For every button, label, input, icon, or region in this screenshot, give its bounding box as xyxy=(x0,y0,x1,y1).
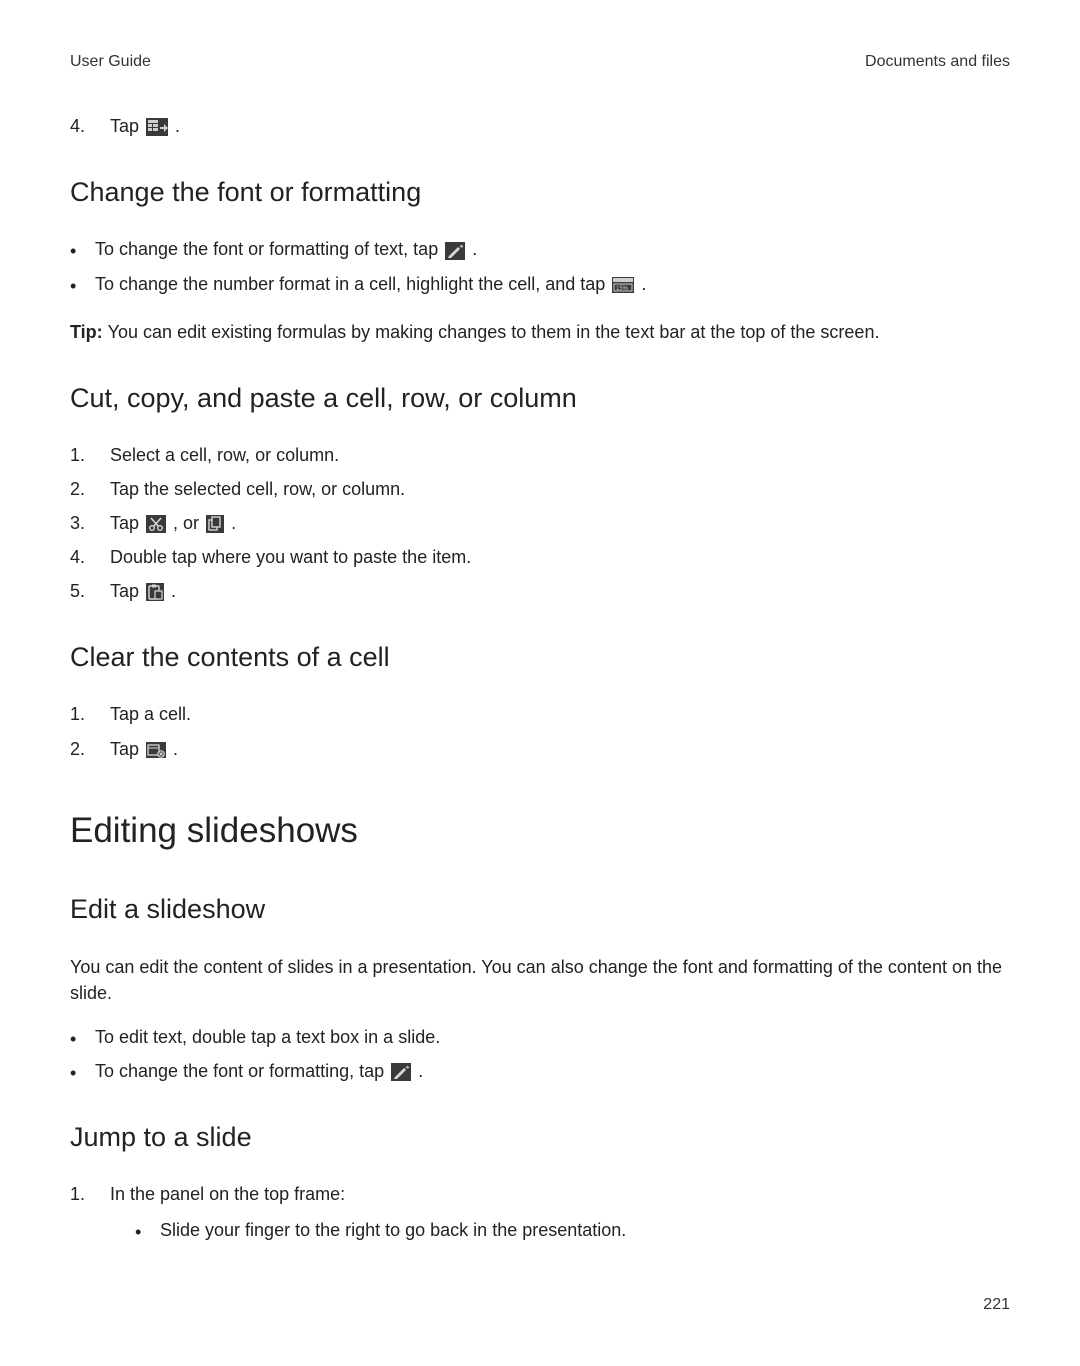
bullet-icon: • xyxy=(70,242,95,260)
ordered-list: 1. In the panel on the top frame: xyxy=(70,1181,1010,1207)
list-item: 1. Tap a cell. xyxy=(70,701,1010,727)
pen-icon xyxy=(391,1063,411,1081)
step-content: Tap . xyxy=(110,736,1010,762)
text: To change the font or formatting, tap xyxy=(95,1061,389,1081)
step-number: 3. xyxy=(70,510,110,536)
step-text: Double tap where you want to paste the i… xyxy=(110,544,1010,570)
spreadsheet-arrow-icon xyxy=(146,118,168,136)
step-number: 4. xyxy=(70,544,110,570)
list-item: • To edit text, double tap a text box in… xyxy=(70,1024,1010,1050)
text: . xyxy=(175,116,180,136)
bullet-icon: • xyxy=(70,1064,95,1082)
bullet-icon: • xyxy=(70,1030,95,1048)
list-item: • Slide your finger to the right to go b… xyxy=(135,1217,1010,1243)
bullet-icon: • xyxy=(135,1223,160,1241)
step-text: Select a cell, row, or column. xyxy=(110,442,1010,468)
list-item: 1. Select a cell, row, or column. xyxy=(70,442,1010,468)
section-heading-change-font: Change the font or formatting xyxy=(70,173,1010,212)
step-number: 4. xyxy=(70,113,110,139)
list-item: • To change the number format in a cell,… xyxy=(70,271,1010,297)
pen-icon xyxy=(445,242,465,260)
list-item: 4. Double tap where you want to paste th… xyxy=(70,544,1010,570)
text: . xyxy=(418,1061,423,1081)
bullet-content: To change the font or formatting, tap . xyxy=(95,1058,423,1084)
cut-icon xyxy=(146,515,166,533)
list-item: 2. Tap the selected cell, row, or column… xyxy=(70,476,1010,502)
header-right: Documents and files xyxy=(865,50,1010,73)
bullet-icon: • xyxy=(70,277,95,295)
number-format-icon: 15% xyxy=(612,277,634,293)
step-text: Tap a cell. xyxy=(110,701,1010,727)
step-content: Tap . xyxy=(110,113,1010,139)
tip-label: Tip: xyxy=(70,322,108,342)
step-content: Tap , or . xyxy=(110,510,1010,536)
step-text: In the panel on the top frame: xyxy=(110,1181,1010,1207)
text: Tap xyxy=(110,513,144,533)
continued-ordered-list: 4. Tap . xyxy=(70,113,1010,139)
step-content: Tap . xyxy=(110,578,1010,604)
bullet-content: To change the number format in a cell, h… xyxy=(95,271,646,297)
step-number: 1. xyxy=(70,442,110,468)
text: Tap xyxy=(110,116,144,136)
step-text: Tap the selected cell, row, or column. xyxy=(110,476,1010,502)
list-item: 1. In the panel on the top frame: xyxy=(70,1181,1010,1207)
page-header: User Guide Documents and files xyxy=(70,50,1010,73)
step-number: 5. xyxy=(70,578,110,604)
step-number: 1. xyxy=(70,701,110,727)
text: To change the number format in a cell, h… xyxy=(95,274,610,294)
bullet-text: Slide your finger to the right to go bac… xyxy=(160,1217,626,1243)
svg-text:15%: 15% xyxy=(616,286,629,292)
text: . xyxy=(231,513,236,533)
ordered-list: 1. Tap a cell. 2. Tap . xyxy=(70,701,1010,761)
text: . xyxy=(171,581,176,601)
copy-icon xyxy=(206,515,224,533)
section-heading-cut-copy-paste: Cut, copy, and paste a cell, row, or col… xyxy=(70,379,1010,418)
section-heading-editing-slideshows: Editing slideshows xyxy=(70,806,1010,857)
text: Tap xyxy=(110,581,144,601)
text: . xyxy=(472,239,477,259)
text: , or xyxy=(173,513,204,533)
page-number: 221 xyxy=(70,1293,1010,1316)
bullet-list: • To edit text, double tap a text box in… xyxy=(70,1024,1010,1084)
list-item: 5. Tap . xyxy=(70,578,1010,604)
tip-paragraph: Tip: You can edit existing formulas by m… xyxy=(70,319,1010,345)
section-heading-edit-slideshow: Edit a slideshow xyxy=(70,890,1010,929)
text: . xyxy=(173,739,178,759)
section-heading-clear-contents: Clear the contents of a cell xyxy=(70,638,1010,677)
list-item: 2. Tap . xyxy=(70,736,1010,762)
bullet-content: To change the font or formatting of text… xyxy=(95,236,477,262)
paste-icon xyxy=(146,583,164,601)
bullet-list: • To change the font or formatting of te… xyxy=(70,236,1010,296)
text: . xyxy=(641,274,646,294)
bullet-text: To edit text, double tap a text box in a… xyxy=(95,1024,440,1050)
step-number: 2. xyxy=(70,736,110,762)
clear-cell-icon xyxy=(146,742,166,758)
list-item: 4. Tap . xyxy=(70,113,1010,139)
step-number: 2. xyxy=(70,476,110,502)
tip-text: You can edit existing formulas by making… xyxy=(108,322,880,342)
nested-bullet-list: • Slide your finger to the right to go b… xyxy=(135,1217,1010,1243)
step-number: 1. xyxy=(70,1181,110,1207)
text: To change the font or formatting of text… xyxy=(95,239,443,259)
list-item: • To change the font or formatting, tap … xyxy=(70,1058,1010,1084)
text: Tap xyxy=(110,739,144,759)
section-heading-jump-to-slide: Jump to a slide xyxy=(70,1118,1010,1157)
list-item: 3. Tap , or . xyxy=(70,510,1010,536)
list-item: • To change the font or formatting of te… xyxy=(70,236,1010,262)
header-left: User Guide xyxy=(70,50,151,73)
ordered-list: 1. Select a cell, row, or column. 2. Tap… xyxy=(70,442,1010,604)
paragraph: You can edit the content of slides in a … xyxy=(70,954,1010,1006)
